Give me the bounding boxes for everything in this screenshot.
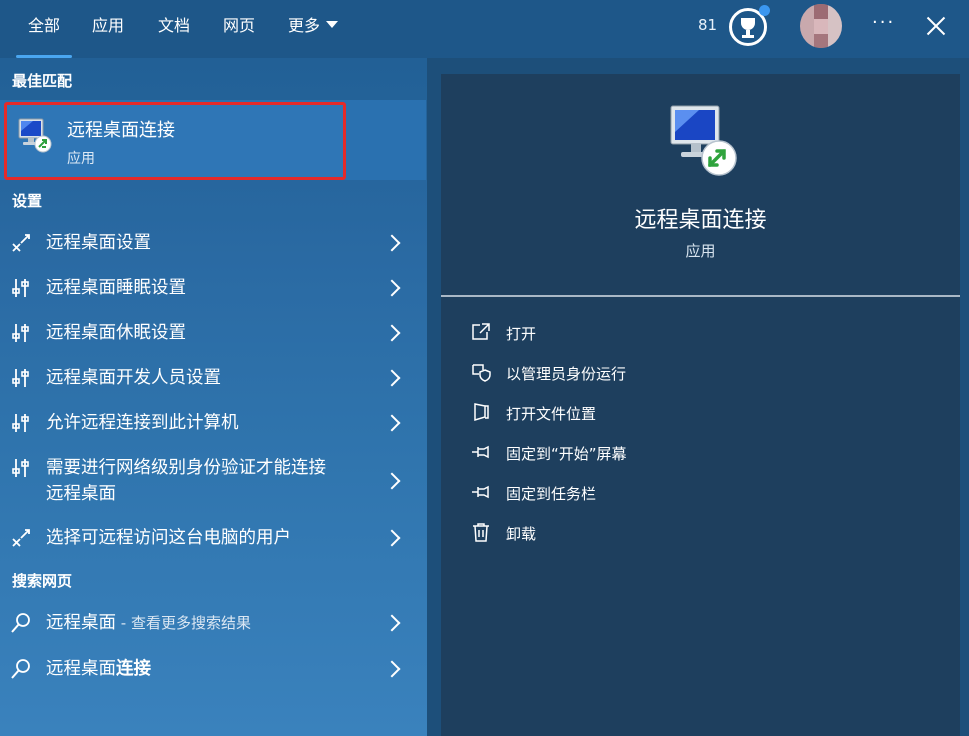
setting-item-label: 远程桌面开发人员设置: [46, 368, 221, 388]
web-result-more[interactable]: 远程桌面 - 查看更多搜索结果: [0, 608, 426, 638]
close-icon[interactable]: [924, 14, 948, 38]
settings-sliders-icon: [12, 279, 29, 297]
web-result-query: 远程桌面: [46, 659, 116, 679]
web-result-hint: - 查看更多搜索结果: [116, 614, 251, 632]
web-result-label: 远程桌面 - 查看更多搜索结果: [46, 610, 251, 636]
settings-sliders-icon: [12, 324, 29, 342]
avatar[interactable]: [800, 4, 842, 48]
chevron-right-icon: [383, 614, 401, 632]
action-uninstall[interactable]: 卸载: [441, 516, 960, 550]
action-label: 固定到任务栏: [506, 485, 597, 503]
trash-icon: [473, 523, 489, 542]
chevron-right-icon: [383, 324, 401, 342]
action-label: 固定到“开始”屏幕: [506, 445, 627, 463]
best-match-subtitle: 应用: [67, 151, 95, 167]
setting-item-label: 远程桌面设置: [46, 233, 151, 253]
setting-item-label: 远程桌面睡眠设置: [46, 278, 186, 298]
settings-sliders-icon: [12, 369, 29, 387]
chevron-right-icon: [383, 529, 401, 547]
setting-item-remote-desktop[interactable]: 远程桌面设置: [0, 228, 426, 258]
action-label: 打开: [506, 325, 537, 343]
more-icon[interactable]: ···: [872, 12, 895, 33]
setting-item-choose-users[interactable]: 选择可远程访问这台电脑的用户: [0, 523, 426, 553]
setting-item-label: 需要进行网络级别身份验证才能连接: [46, 458, 326, 478]
best-match-title: 远程桌面连接: [67, 120, 175, 141]
setting-item-allow-remote[interactable]: 允许远程连接到此计算机: [0, 408, 426, 438]
tab-more[interactable]: 更多: [288, 0, 339, 58]
action-label: 以管理员身份运行: [506, 365, 627, 383]
chevron-right-icon: [383, 472, 401, 490]
chevron-right-icon: [383, 234, 401, 252]
open-icon: [472, 323, 490, 340]
tab-more-label: 更多: [288, 16, 321, 35]
app-subtitle: 应用: [685, 242, 716, 260]
action-run-as-admin[interactable]: 以管理员身份运行: [441, 356, 960, 390]
setting-item-sleep[interactable]: 远程桌面睡眠设置: [0, 273, 426, 303]
best-match-heading: 最佳匹配: [12, 72, 73, 90]
action-pin-to-start[interactable]: 固定到“开始”屏幕: [441, 436, 960, 470]
web-result-label: 远程桌面连接: [46, 656, 151, 682]
best-match-item[interactable]: 远程桌面连接 应用: [4, 102, 346, 180]
caret-down-icon: [326, 21, 339, 28]
settings-heading: 设置: [12, 192, 43, 210]
tab-all[interactable]: 全部: [15, 0, 73, 58]
app-title: 远程桌面连接: [634, 208, 767, 233]
setting-item-label: 允许远程连接到此计算机: [46, 413, 239, 433]
chevron-right-icon: [383, 279, 401, 297]
remote-desktop-icon: [18, 118, 52, 153]
search-icon: [11, 659, 30, 679]
pin-icon: [472, 485, 489, 499]
settings-sliders-icon: [12, 414, 29, 432]
web-search-heading: 搜索网页: [12, 572, 73, 590]
web-result-connection[interactable]: 远程桌面连接: [0, 654, 426, 684]
pin-icon: [472, 445, 489, 459]
setting-item-label-line2: 远程桌面: [46, 484, 116, 504]
chevron-right-icon: [383, 369, 401, 387]
action-open-file-location[interactable]: 打开文件位置: [441, 396, 960, 430]
setting-item-label: 选择可远程访问这台电脑的用户: [46, 528, 291, 548]
folder-icon: [474, 403, 489, 422]
app-detail-card: 远程桌面连接 应用 打开 以管理员身份运行 打开文件位置 固定到“开始”屏幕 固…: [441, 74, 960, 736]
remote-desktop-settings-icon: [12, 529, 30, 547]
setting-item-nla[interactable]: 需要进行网络级别身份验证才能连接 远程桌面: [0, 453, 426, 509]
setting-item-developer[interactable]: 远程桌面开发人员设置: [0, 363, 426, 393]
setting-item-label: 远程桌面休眠设置: [46, 323, 186, 343]
remote-desktop-settings-icon: [12, 234, 30, 252]
chevron-right-icon: [383, 414, 401, 432]
divider: [441, 295, 960, 297]
search-icon: [11, 613, 30, 633]
shield-icon: [472, 364, 491, 382]
action-open[interactable]: 打开: [441, 316, 960, 350]
settings-sliders-icon: [12, 459, 29, 477]
web-result-query: 远程桌面: [46, 613, 116, 633]
chevron-right-icon: [383, 660, 401, 678]
setting-item-hibernate[interactable]: 远程桌面休眠设置: [0, 318, 426, 348]
reward-points: 81: [698, 16, 718, 34]
action-label: 卸载: [506, 525, 537, 543]
remote-desktop-icon: [670, 105, 737, 176]
top-bar: 全部 应用 文档 网页 更多 81 ···: [0, 0, 969, 58]
web-result-bold: 连接: [116, 659, 151, 679]
trophy-icon[interactable]: [729, 5, 770, 46]
action-pin-to-taskbar[interactable]: 固定到任务栏: [441, 476, 960, 510]
tab-documents[interactable]: 文档: [158, 0, 190, 58]
tab-apps[interactable]: 应用: [92, 0, 124, 58]
tab-web[interactable]: 网页: [223, 0, 255, 58]
action-label: 打开文件位置: [506, 405, 597, 423]
